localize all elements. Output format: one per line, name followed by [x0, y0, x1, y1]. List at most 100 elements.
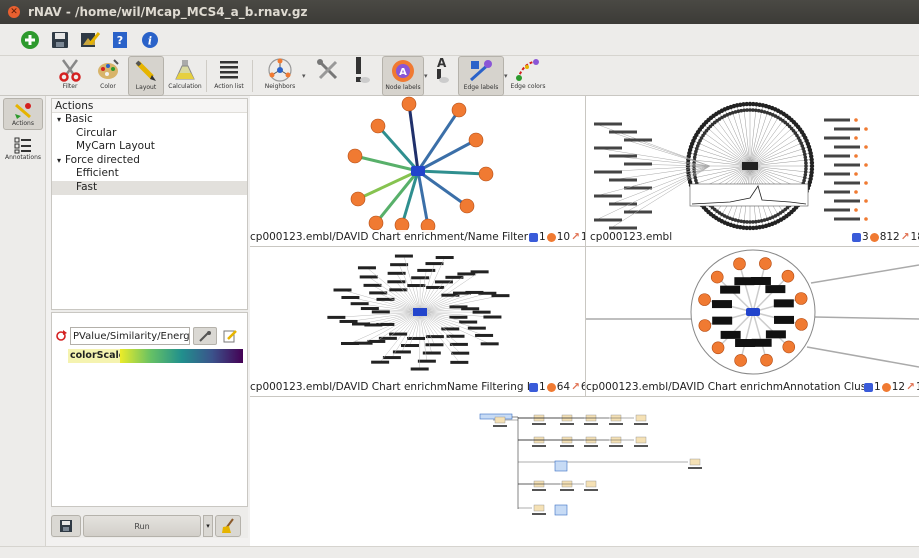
node-labels-tool[interactable]: A Node labels	[382, 56, 424, 96]
graph-node-label	[327, 315, 346, 319]
actions-tree-item[interactable]: MyCarn Layout	[52, 140, 247, 154]
actions-tree-item[interactable]: ▾ Basic	[52, 113, 247, 127]
action-list-tool[interactable]: Action list	[210, 56, 248, 96]
graph-node	[864, 127, 868, 131]
color-tool[interactable]: Color	[90, 56, 126, 96]
actions-tree-item[interactable]: Circular	[52, 127, 247, 141]
workflow-canvas[interactable]	[250, 397, 919, 546]
graph-view-full[interactable]: cp000123.embl 3 812 ↗182	[586, 96, 919, 246]
exclamation-edge-tool[interactable]	[344, 56, 374, 96]
actions-tree-item-label: Efficient	[76, 167, 119, 180]
save-action-button[interactable]	[51, 515, 81, 537]
edge-colors-tool[interactable]: Edge colors	[508, 56, 548, 96]
graph-node	[459, 198, 475, 214]
expand-arrow-icon[interactable]: ▾	[57, 156, 61, 165]
actions-strip-button[interactable]: Actions	[3, 98, 43, 130]
layout-tool[interactable]: Layout	[128, 56, 164, 96]
graph-node-label	[359, 275, 378, 279]
graph-node	[468, 132, 484, 148]
graph-node-label	[467, 326, 486, 330]
graph-edge	[417, 169, 487, 176]
graph-node-label	[712, 316, 733, 325]
graph-node-label	[609, 154, 637, 158]
graph-node-label	[410, 367, 429, 371]
edge-labels-dropdown-icon[interactable]: ▾	[504, 72, 508, 80]
add-icon[interactable]	[18, 28, 42, 52]
node-icon	[881, 382, 891, 392]
workflow-view[interactable]	[250, 397, 919, 546]
colorscale-preview[interactable]: colorScale	[68, 349, 243, 363]
graph-node-label	[425, 335, 444, 339]
node-labels-dropdown-icon[interactable]: ▾	[424, 72, 428, 80]
workflow-node-label	[493, 425, 507, 427]
meta-node-count: 1	[539, 231, 546, 243]
annotations-strip-button[interactable]: Annotations	[3, 132, 43, 164]
graph-node-label	[449, 315, 468, 319]
main-toolbar: ? i	[0, 24, 919, 56]
graph-view-clustering[interactable]: cp000123.embl/DAVID Chart enrichmAnnotat…	[586, 247, 919, 396]
burst-graph-canvas[interactable]	[250, 247, 585, 396]
meta-node-icon	[864, 382, 873, 392]
broom-icon	[222, 518, 234, 533]
neighbors-tool[interactable]: Neighbors	[258, 56, 302, 96]
graph-node-label	[711, 300, 732, 309]
neighbors-dropdown-icon[interactable]: ▾	[302, 72, 306, 80]
actions-tree-item-label: Force directed	[65, 153, 140, 166]
colorscale-field-select[interactable]: PValue/Similarity/Energy	[70, 327, 190, 345]
annotations-strip-label: Annotations	[4, 153, 42, 161]
filter-tool[interactable]: Filter	[52, 56, 88, 96]
graph-view-star[interactable]: cp000123.embl/DAVID Chart enrichment/Nam…	[250, 96, 585, 246]
graph-node-label	[824, 172, 850, 176]
graph-node	[804, 161, 808, 165]
actions-tree-item[interactable]: ▾ Force directed	[52, 154, 247, 168]
close-icon[interactable]: ✕	[8, 6, 20, 18]
colorscale-edit-button[interactable]	[220, 327, 240, 345]
help-book-icon[interactable]: ?	[108, 28, 132, 52]
graph-node-label	[720, 330, 741, 339]
graph-node-label	[765, 330, 786, 339]
graph-view-burst[interactable]: cp000123.embl/DAVID Chart enrichmName Fi…	[250, 247, 585, 396]
graph-node-label	[834, 127, 860, 131]
actions-tree-item[interactable]: Fast	[52, 180, 247, 195]
run-dropdown-icon[interactable]: ▾	[203, 515, 213, 537]
neighbors-icon	[267, 57, 293, 83]
edge-icon: ↗	[906, 381, 915, 393]
actions-icon	[15, 102, 31, 119]
graph-node	[854, 118, 858, 122]
graph-meta-node	[413, 308, 427, 316]
wrench-screwdriver-icon	[315, 57, 341, 83]
workflow-node-label	[634, 445, 648, 447]
save-icon[interactable]	[48, 28, 72, 52]
actions-tree-item[interactable]: Efficient	[52, 167, 247, 181]
calculation-tool[interactable]: Calculation	[166, 56, 204, 96]
star-graph-canvas[interactable]	[250, 96, 585, 246]
view-label: cp000123.embl/DAVID Chart enrichmAnnotat…	[586, 380, 898, 394]
view-label: cp000123.embl	[590, 230, 673, 244]
edge-icon: ↗	[571, 231, 580, 243]
clear-button[interactable]	[215, 515, 241, 537]
clustering-graph-canvas[interactable]	[586, 247, 919, 396]
graph-node	[794, 292, 808, 305]
edge-labels-tool[interactable]: Edge labels	[458, 56, 504, 96]
view-badges: 1 10 ↗10	[529, 230, 585, 244]
actions-tree: Actions ▾ Basic Circular MyCarn Layout ▾ Forc…	[51, 98, 248, 310]
node-count: 64	[556, 381, 571, 393]
graph-meta-node	[411, 166, 425, 176]
graph-node	[781, 269, 795, 283]
edit-image-icon[interactable]	[78, 28, 102, 52]
workflow-node-label	[532, 423, 546, 425]
pencil-icon	[133, 58, 159, 84]
node-text-tool[interactable]: A	[430, 56, 452, 96]
expand-arrow-icon[interactable]: ▾	[57, 115, 61, 124]
colorscale-picker-button[interactable]	[193, 327, 217, 345]
info-icon[interactable]: i	[138, 28, 162, 52]
graph-node-label	[594, 146, 622, 150]
graph-node-label	[378, 336, 397, 340]
refresh-icon[interactable]	[55, 330, 67, 342]
run-button[interactable]: Run	[83, 515, 201, 537]
graph-node-label	[624, 162, 652, 166]
full-graph-canvas[interactable]	[586, 96, 919, 246]
tools-button[interactable]	[314, 56, 342, 96]
toolbar-separator	[252, 60, 253, 92]
graph-edge	[416, 170, 430, 227]
